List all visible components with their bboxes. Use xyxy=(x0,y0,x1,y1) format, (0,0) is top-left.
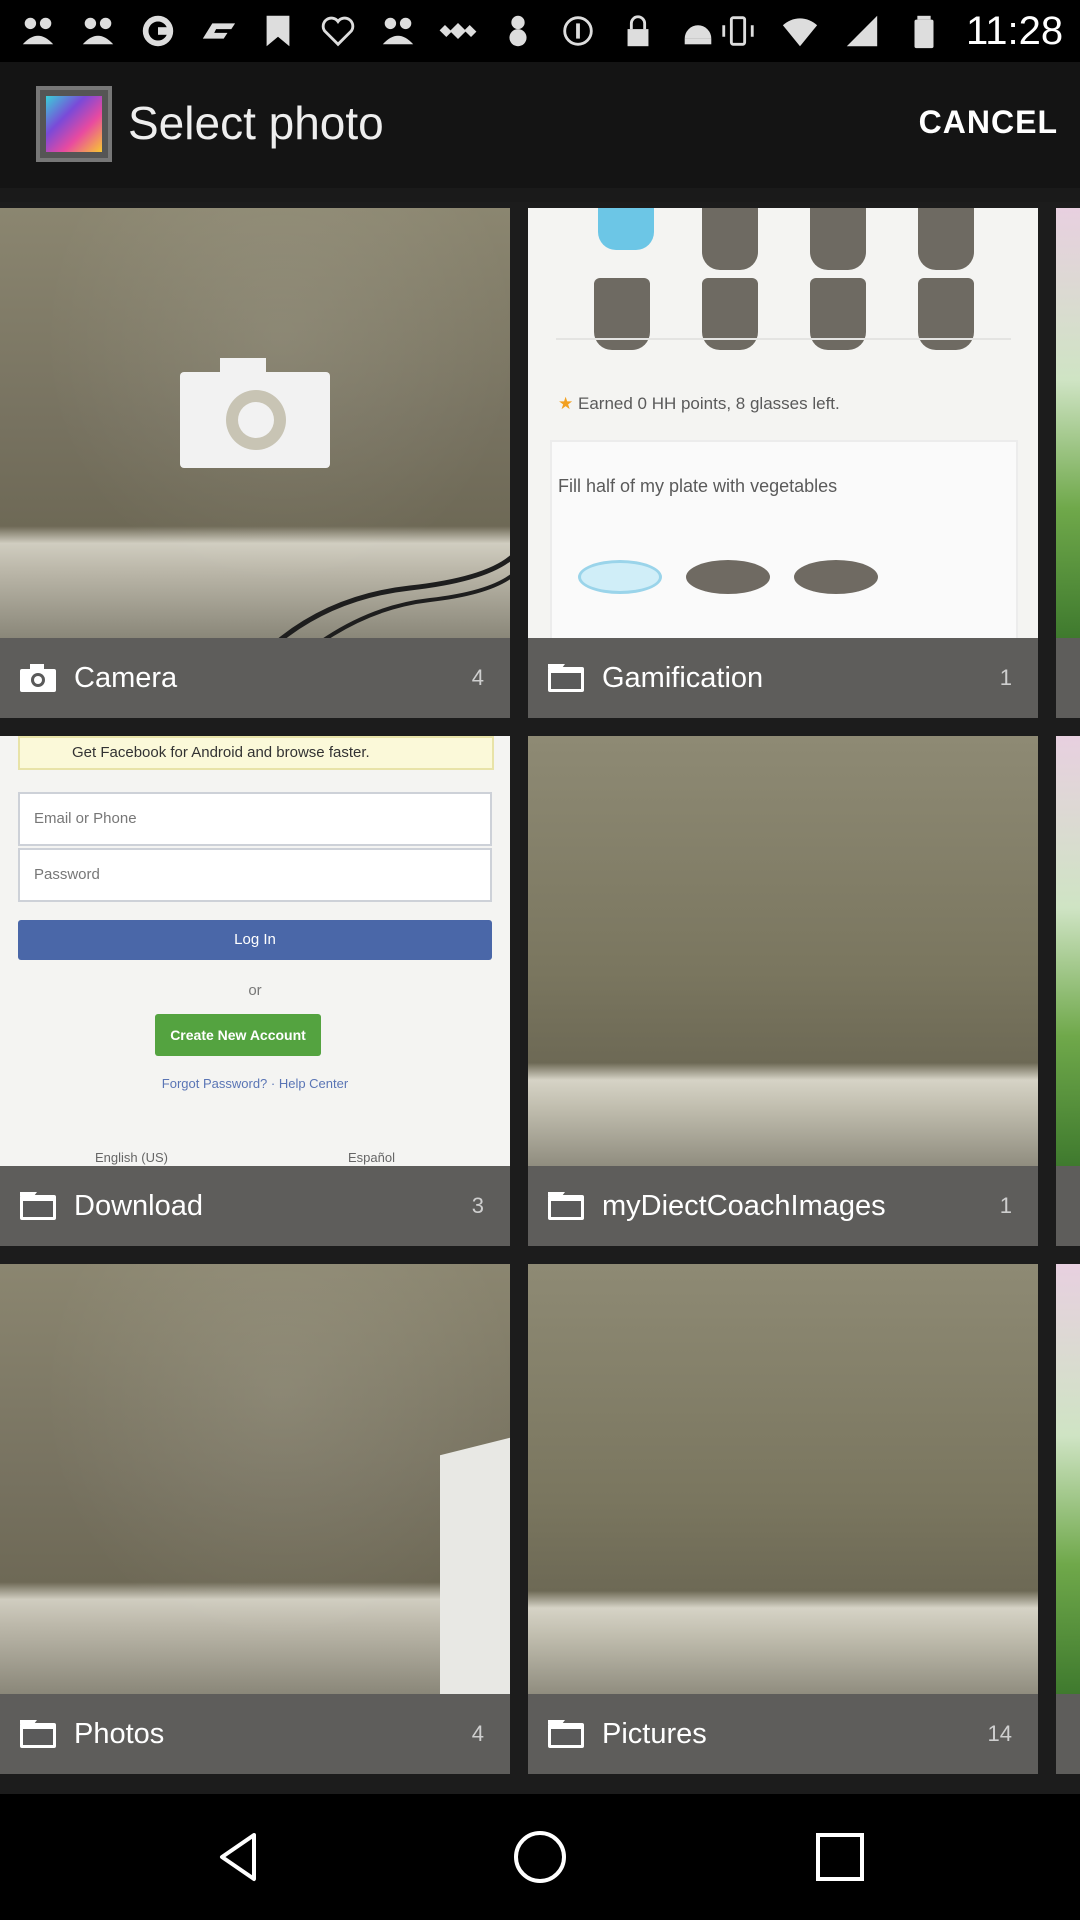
fb-lang-right: Español xyxy=(348,1150,395,1165)
satellite-icon xyxy=(438,11,478,51)
fb-lang-left: English (US) xyxy=(95,1150,168,1165)
album-caption: Pictures 14 xyxy=(528,1694,1038,1774)
album-name: Download xyxy=(74,1189,203,1222)
notification-app-icon xyxy=(378,11,418,51)
folder-icon xyxy=(548,664,584,692)
cable-shape xyxy=(278,555,510,638)
album-thumbnail xyxy=(0,1264,510,1694)
album-thumbnail xyxy=(528,1264,1038,1694)
album-tile-gamification[interactable]: ★ Earned 0 HH points, 8 glasses left. Fi… xyxy=(528,208,1038,718)
fb-password-field: Password xyxy=(18,848,492,902)
points-text: Earned 0 HH points, 8 glasses left. xyxy=(577,394,840,413)
fb-banner: Get Facebook for Android and browse fast… xyxy=(18,736,494,770)
album-count: 1 xyxy=(999,665,1012,690)
gallery-app-icon xyxy=(36,86,112,162)
album-caption: Gamification 1 xyxy=(528,638,1038,718)
recents-button[interactable] xyxy=(800,1817,880,1897)
album-caption xyxy=(1056,638,1080,718)
album-caption: Download 3 xyxy=(0,1166,510,1246)
lock-icon xyxy=(618,11,658,51)
fb-create-button: Create New Account xyxy=(155,1014,321,1056)
status-time: 11:28 xyxy=(966,8,1064,53)
album-count: 3 xyxy=(471,1193,484,1218)
wifi-icon xyxy=(780,11,820,51)
album-tile-pictures[interactable]: Pictures 14 xyxy=(528,1264,1038,1774)
notification-app-icon xyxy=(18,11,58,51)
home-icon xyxy=(514,1831,566,1883)
status-bar: 11:28 xyxy=(0,0,1080,62)
home-button[interactable] xyxy=(500,1817,580,1897)
folder-icon xyxy=(20,1720,56,1748)
fb-forgot-link: Forgot Password? · Help Center xyxy=(161,1076,349,1091)
sync-icon xyxy=(138,11,178,51)
navigation-bar xyxy=(0,1794,1080,1920)
fb-login-button: Log In xyxy=(18,920,492,960)
camera-icon xyxy=(20,664,56,692)
folder-icon xyxy=(20,1192,56,1220)
album-name: Gamification xyxy=(602,661,764,694)
signal-icon xyxy=(842,11,882,51)
goal-text: Fill half of my plate with vegetables xyxy=(558,476,838,496)
fb-or-label: or xyxy=(248,982,262,999)
info-icon xyxy=(558,11,598,51)
bookmark-icon xyxy=(258,11,298,51)
recents-icon xyxy=(816,1833,864,1881)
album-name: Camera xyxy=(74,661,178,694)
action-bar-divider xyxy=(0,188,1080,202)
album-thumbnail xyxy=(1056,208,1080,638)
cancel-button[interactable]: CANCEL xyxy=(919,104,1058,141)
album-grid: Camera 4 ★ Earned 0 HH points, 8 glasses… xyxy=(0,202,1080,1794)
album-thumbnail: Get Facebook for Android and browse fast… xyxy=(0,736,510,1166)
status-system-icons: 11:28 xyxy=(718,9,1063,54)
album-thumbnail: ★ Earned 0 HH points, 8 glasses left. Fi… xyxy=(528,208,1038,638)
notification-app-icon xyxy=(78,11,118,51)
album-caption: myDiectCoachImages 1 xyxy=(528,1166,1038,1246)
album-name: Photos xyxy=(74,1717,165,1750)
album-tile-partial[interactable] xyxy=(1056,1264,1080,1774)
action-bar: Select photo CANCEL xyxy=(0,62,1080,188)
album-count: 14 xyxy=(987,1721,1012,1746)
android-icon xyxy=(678,11,718,51)
album-tile-mydiectcoachimages[interactable]: myDiectCoachImages 1 xyxy=(528,736,1038,1246)
android-icon xyxy=(498,11,538,51)
folder-icon xyxy=(548,1192,584,1220)
page-title: Select photo xyxy=(128,97,384,149)
camera-icon xyxy=(180,358,330,468)
album-tile-partial[interactable] xyxy=(1056,736,1080,1246)
back-button[interactable] xyxy=(200,1817,280,1897)
album-caption xyxy=(1056,1694,1080,1774)
album-count: 4 xyxy=(471,1721,484,1746)
album-tile-camera[interactable]: Camera 4 xyxy=(0,208,510,718)
album-count: 1 xyxy=(999,1193,1012,1218)
album-tile-photos[interactable]: Photos 4 xyxy=(0,1264,510,1774)
racing-app-icon xyxy=(198,11,238,51)
album-caption xyxy=(1056,1166,1080,1246)
battery-icon xyxy=(904,11,944,51)
album-tile-download[interactable]: Get Facebook for Android and browse fast… xyxy=(0,736,510,1246)
album-name: Pictures xyxy=(602,1717,707,1750)
folder-icon xyxy=(548,1720,584,1748)
vibrate-icon xyxy=(718,11,758,51)
album-count: 4 xyxy=(471,665,484,690)
album-caption: Photos 4 xyxy=(0,1694,510,1774)
album-tile-partial[interactable] xyxy=(1056,208,1080,718)
album-thumbnail xyxy=(0,208,510,638)
album-caption: Camera 4 xyxy=(0,638,510,718)
album-thumbnail xyxy=(1056,736,1080,1166)
fb-email-field: Email or Phone xyxy=(18,792,492,846)
album-thumbnail xyxy=(528,736,1038,1166)
album-thumbnail xyxy=(1056,1264,1080,1694)
back-icon xyxy=(220,1833,256,1881)
heart-icon xyxy=(318,11,358,51)
album-name: myDiectCoachImages xyxy=(602,1189,886,1222)
status-notification-icons xyxy=(18,11,718,51)
